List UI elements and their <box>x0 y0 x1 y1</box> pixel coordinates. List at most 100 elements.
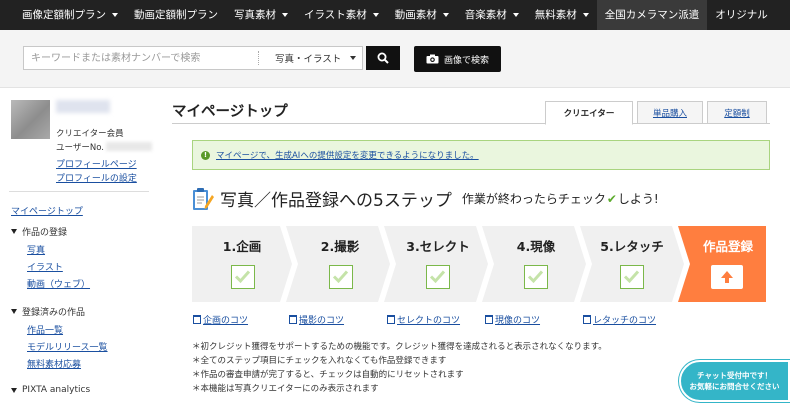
nav-item-free[interactable]: 無料素材 <box>527 0 597 30</box>
avatar[interactable] <box>11 100 50 139</box>
step-2-checkbox[interactable] <box>329 265 353 289</box>
nav-item-photos[interactable]: 写真素材 <box>226 0 296 30</box>
nav-item-label: イラスト素材 <box>304 9 367 21</box>
step-3-checkbox[interactable] <box>426 265 450 289</box>
note-line: ＊全てのステップ項目にチェックを入れなくても作品登録できます <box>192 356 447 366</box>
tab-single-purchase[interactable]: 単品購入 <box>637 101 703 124</box>
mypage-top-link[interactable]: マイページトップ <box>11 204 83 217</box>
triangle-down-icon <box>11 309 17 314</box>
sidebar-section-title: 作品の登録 <box>22 228 68 238</box>
nav-item-music[interactable]: 音楽素材 <box>457 0 527 30</box>
checkmark-icon <box>234 270 251 284</box>
nav-item-image-subscription[interactable]: 画像定額制プラン <box>0 0 126 30</box>
tab-subscription[interactable]: 定額制 <box>707 101 767 124</box>
profile-page-link[interactable]: プロフィールページ <box>56 157 137 170</box>
sidebar-section-title: 登録済みの作品 <box>22 308 86 318</box>
chevron-down-icon <box>582 13 589 17</box>
notice-banner: ! マイページで、生成AIへの提供設定を変更できるようになりました。 <box>192 140 770 170</box>
sidebar-item-works-list[interactable]: 作品一覧 <box>27 323 63 336</box>
search-box: 写真・イラスト <box>23 46 363 70</box>
step-1-label: 1.企画 <box>222 239 262 254</box>
tip-label: レタッチのコツ <box>593 316 657 326</box>
document-icon <box>583 315 591 324</box>
sidebar-section-title: PIXTA analytics <box>22 385 91 395</box>
tip-label: 撮影のコツ <box>299 316 345 326</box>
nav-item-cameraman[interactable]: 全国カメラマン派遣 <box>596 0 708 30</box>
username-redacted <box>56 100 110 113</box>
nav-item-label: 無料素材 <box>534 9 577 21</box>
sidebar-item-video-web[interactable]: 動画（ウェブ） <box>27 277 90 290</box>
sidebar-section-register[interactable]: 作品の登録 <box>11 225 67 238</box>
nav-item-videos[interactable]: 動画素材 <box>387 0 457 30</box>
image-search-button[interactable]: 画像で検索 <box>414 46 501 72</box>
step-4-checkbox[interactable] <box>524 265 548 289</box>
chevron-down-icon <box>350 56 357 60</box>
step-5-checkbox[interactable] <box>620 265 644 289</box>
chat-button[interactable]: チャット受付中です！ お気軽にお問合せください <box>679 360 790 402</box>
sidebar-item-illustration[interactable]: イラスト <box>27 260 63 273</box>
tab-creator[interactable]: クリエイター <box>545 101 633 125</box>
tip-label: 企画のコツ <box>203 316 249 326</box>
divider <box>9 191 149 192</box>
note-line: ＊本機能は写真クリエイターにのみ表示されます <box>192 384 379 394</box>
search-input[interactable] <box>24 47 258 69</box>
search-button[interactable] <box>366 46 400 70</box>
member-type: クリエイター会員 <box>56 129 124 139</box>
chevron-down-icon <box>442 13 449 17</box>
step-4-label: 4.現像 <box>516 239 556 254</box>
tip-link-select[interactable]: セレクトのコツ <box>387 313 460 326</box>
triangle-down-icon <box>11 229 17 234</box>
search-icon <box>377 52 389 64</box>
step-5-label: 5.レタッチ <box>600 239 664 254</box>
nav-item-label: 写真素材 <box>234 9 276 21</box>
chat-line-1: チャット受付中です！ <box>697 371 772 380</box>
clipboard-icon <box>193 187 214 210</box>
step-1-checkbox[interactable] <box>231 265 255 289</box>
sidebar-section-analytics[interactable]: PIXTA analytics <box>11 385 90 395</box>
sidebar-item-free-submission[interactable]: 無料素材応募 <box>27 357 81 370</box>
steps-title: 写真／作品登録への5ステップ <box>220 191 452 211</box>
search-type-select[interactable]: 写真・イラスト <box>259 51 359 65</box>
tip-link-shooting[interactable]: 撮影のコツ <box>289 313 344 326</box>
document-icon <box>387 315 395 324</box>
tip-label: 現像のコツ <box>495 316 541 326</box>
nav-item-original[interactable]: オリジナル <box>707 0 776 30</box>
checkmark-icon: ✔ <box>606 191 617 206</box>
nav-item-label: 画像定額制プラン <box>22 9 106 21</box>
upload-icon[interactable] <box>711 265 743 289</box>
sidebar-item-photo[interactable]: 写真 <box>27 243 45 256</box>
camera-icon <box>426 54 439 64</box>
sidebar-section-registered[interactable]: 登録済みの作品 <box>11 305 85 318</box>
page-title: マイページトップ <box>172 104 288 120</box>
tip-link-planning[interactable]: 企画のコツ <box>193 313 248 326</box>
steps-heading: 写真／作品登録への5ステップ 作業が終わったらチェック ✔ しよう! <box>192 186 659 211</box>
profile-settings-link[interactable]: プロフィールの設定 <box>56 171 137 184</box>
nav-item-label: オリジナル <box>715 9 768 21</box>
chevron-down-icon <box>112 13 118 17</box>
checkmark-icon <box>332 270 349 284</box>
steps-subtitle: 作業が終わったらチェック ✔ しよう! <box>462 190 659 207</box>
sidebar: クリエイター会員 ユーザーNo. プロフィールページ プロフィールの設定 マイペ… <box>0 88 158 408</box>
arrow-up-icon <box>721 271 733 283</box>
chat-line-2: お気軽にお問合せください <box>689 382 780 391</box>
nav-item-illustrations[interactable]: イラスト素材 <box>296 0 387 30</box>
tip-link-developing[interactable]: 現像のコツ <box>485 313 540 326</box>
image-search-label: 画像で検索 <box>443 55 489 66</box>
search-type-label: 写真・イラスト <box>275 54 342 65</box>
chevron-down-icon <box>512 13 519 17</box>
step-3-label: 3.セレクト <box>406 239 470 254</box>
note-line: ＊初クレジット獲得をサポートするための機能です。クレジット獲得を達成されると表示… <box>192 342 607 352</box>
tip-link-retouch[interactable]: レタッチのコツ <box>583 313 656 326</box>
checkmark-icon <box>429 270 446 284</box>
nav-item-label: 音楽素材 <box>464 9 507 21</box>
sidebar-item-model-release[interactable]: モデルリリース一覧 <box>27 340 108 353</box>
tip-label: セレクトのコツ <box>397 316 461 326</box>
chevron-down-icon <box>282 13 288 17</box>
notice-link[interactable]: マイページで、生成AIへの提供設定を変更できるようになりました。 <box>216 149 479 161</box>
final-step-label[interactable]: 作品登録 <box>683 236 773 255</box>
nav-item-video-subscription[interactable]: 動画定額制プラン <box>126 0 226 30</box>
user-no-redacted <box>106 142 152 151</box>
nav-item-label: 動画定額制プラン <box>134 9 218 21</box>
note-line: ＊作品の審査申請が完了すると、チェックは自動的にリセットされます <box>192 370 464 380</box>
triangle-down-icon <box>11 387 17 393</box>
